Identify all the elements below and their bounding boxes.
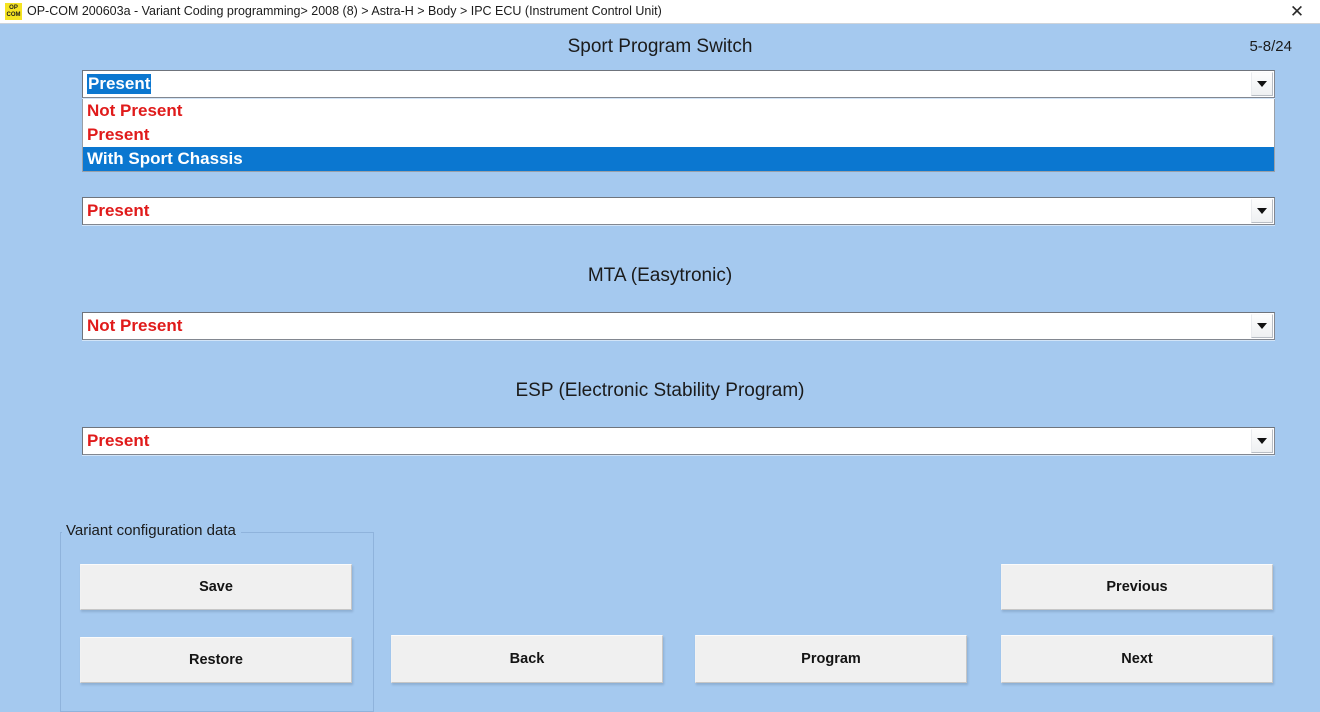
section-title-mta: MTA (Easytronic)	[587, 265, 733, 286]
section-title-esp: ESP (Electronic Stability Program)	[515, 380, 805, 401]
back-button[interactable]: Back	[391, 635, 663, 683]
next-button[interactable]: Next	[1001, 635, 1273, 683]
app-icon-line-1: OP	[9, 4, 18, 11]
chevron-down-icon[interactable]	[1251, 199, 1273, 223]
window-title: OP-COM 200603a - Variant Coding programm…	[27, 4, 662, 18]
combo-secondary[interactable]: Present	[82, 197, 1275, 225]
chevron-down-glyph	[1257, 323, 1267, 329]
chevron-down-glyph	[1257, 438, 1267, 444]
app-icon-line-2: COM	[6, 11, 21, 18]
opcom-app-icon: OP COM	[5, 3, 22, 20]
combo-sport-program-switch-dropdown-list[interactable]: Not Present Present With Sport Chassis	[82, 99, 1275, 172]
combo-sport-program-switch-value: Present	[87, 74, 152, 94]
previous-button[interactable]: Previous	[1001, 564, 1273, 610]
chevron-down-glyph	[1257, 208, 1267, 214]
chevron-down-icon[interactable]	[1251, 314, 1273, 338]
save-button[interactable]: Save	[80, 564, 352, 610]
combo-esp[interactable]: Present	[82, 427, 1275, 455]
variant-coding-page: Sport Program Switch 5-8/24 Present Not …	[0, 24, 1320, 712]
page-indicator: 5-8/24	[1249, 38, 1292, 55]
list-item[interactable]: With Sport Chassis	[83, 147, 1274, 171]
list-item[interactable]: Present	[83, 123, 1274, 147]
title-bar: OP COM OP-COM 200603a - Variant Coding p…	[0, 0, 1320, 24]
combo-esp-value: Present	[87, 431, 150, 450]
close-icon[interactable]: ✕	[1282, 2, 1312, 22]
combo-mta[interactable]: Not Present	[82, 312, 1275, 340]
chevron-down-glyph	[1257, 81, 1267, 87]
chevron-down-icon[interactable]	[1251, 72, 1273, 96]
program-button[interactable]: Program	[695, 635, 967, 683]
combo-secondary-value: Present	[87, 201, 150, 220]
combo-mta-value: Not Present	[87, 316, 183, 335]
variant-configuration-data-group	[60, 532, 374, 712]
chevron-down-icon[interactable]	[1251, 429, 1273, 453]
restore-button[interactable]: Restore	[80, 637, 352, 683]
variant-configuration-data-label: Variant configuration data	[62, 522, 241, 539]
list-item[interactable]: Not Present	[83, 99, 1274, 123]
section-title-sport-program-switch: Sport Program Switch	[567, 36, 753, 57]
combo-sport-program-switch[interactable]: Present	[82, 70, 1275, 98]
